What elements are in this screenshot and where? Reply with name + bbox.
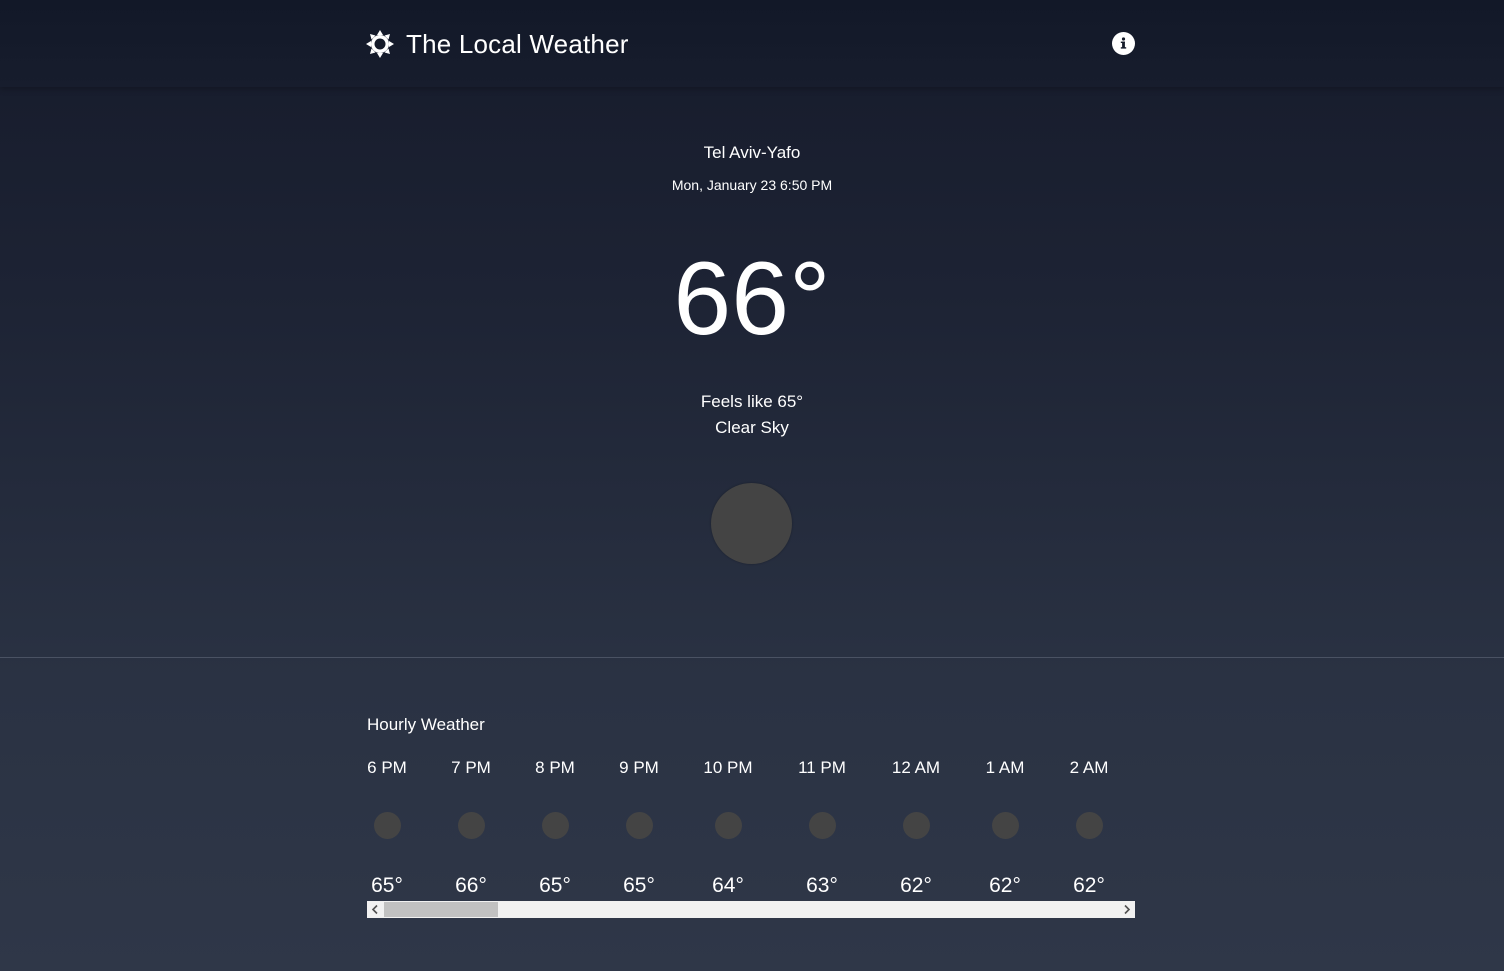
sun-gear-icon — [366, 30, 394, 58]
hourly-item: 7 PM 66° — [451, 756, 491, 898]
hour-weather-icon — [808, 812, 836, 839]
horizontal-scrollbar[interactable] — [367, 901, 1135, 918]
hour-time: 2 AM — [1069, 758, 1109, 777]
hour-weather-icon — [714, 812, 742, 839]
hour-time: 6 PM — [367, 758, 407, 777]
hourly-item: 11 PM 63° — [797, 756, 847, 898]
app-title: The Local Weather — [406, 29, 629, 59]
hourly-forecast-list[interactable]: 6 PM 65° 7 PM 66° 8 PM 65° 9 PM 65° 10 P… — [367, 756, 1135, 901]
hourly-weather-title: Hourly Weather — [367, 715, 485, 734]
hourly-item: 2 AM 62° — [1069, 756, 1109, 898]
hour-time: 1 AM — [985, 758, 1025, 777]
info-icon[interactable] — [1112, 32, 1135, 55]
hour-time: 8 PM — [535, 758, 575, 777]
scroll-left-icon[interactable] — [367, 901, 384, 918]
scrollbar-thumb[interactable] — [384, 902, 498, 917]
feels-like: Feels like 65° — [700, 392, 804, 411]
hour-weather-icon — [541, 812, 569, 839]
hourly-item: 9 PM 65° — [619, 756, 659, 898]
hour-time: 10 PM — [703, 758, 753, 777]
hour-weather-icon — [991, 812, 1019, 839]
hour-time: 12 AM — [891, 758, 941, 777]
hourly-item: 6 PM 65° — [367, 756, 407, 898]
hour-temperature: 66° — [455, 874, 487, 897]
hourly-item: 12 AM 62° — [891, 756, 941, 898]
section-divider — [0, 657, 1504, 658]
hour-weather-icon — [902, 812, 930, 839]
hour-time: 9 PM — [619, 758, 659, 777]
hour-temperature: 62° — [900, 874, 932, 897]
hour-temperature: 64° — [712, 874, 744, 897]
weather-icon — [711, 483, 792, 564]
hour-weather-icon — [457, 812, 485, 839]
hourly-item: 8 PM 65° — [535, 756, 575, 898]
location-name: Tel Aviv-Yafo — [703, 143, 801, 162]
hour-weather-icon — [373, 812, 401, 839]
hour-time: 11 PM — [798, 758, 846, 777]
hour-weather-icon — [1075, 812, 1103, 839]
current-temperature: 66° — [673, 241, 831, 357]
hour-time: 7 PM — [451, 758, 491, 777]
hour-weather-icon — [625, 812, 653, 839]
current-datetime: Mon, January 23 6:50 PM — [671, 177, 833, 193]
scroll-right-icon[interactable] — [1118, 901, 1135, 918]
hour-temperature: 65° — [623, 874, 655, 897]
app-header: The Local Weather — [0, 0, 1504, 87]
hour-temperature: 63° — [806, 874, 838, 897]
hour-temperature: 62° — [989, 874, 1021, 897]
weather-condition: Clear Sky — [715, 418, 789, 437]
hourly-item: 10 PM 64° — [703, 756, 753, 898]
hour-temperature: 65° — [539, 874, 571, 897]
hour-temperature: 65° — [371, 874, 403, 897]
hour-temperature: 62° — [1073, 874, 1105, 897]
hourly-item: 1 AM 62° — [985, 756, 1025, 898]
brand: The Local Weather — [366, 29, 629, 59]
